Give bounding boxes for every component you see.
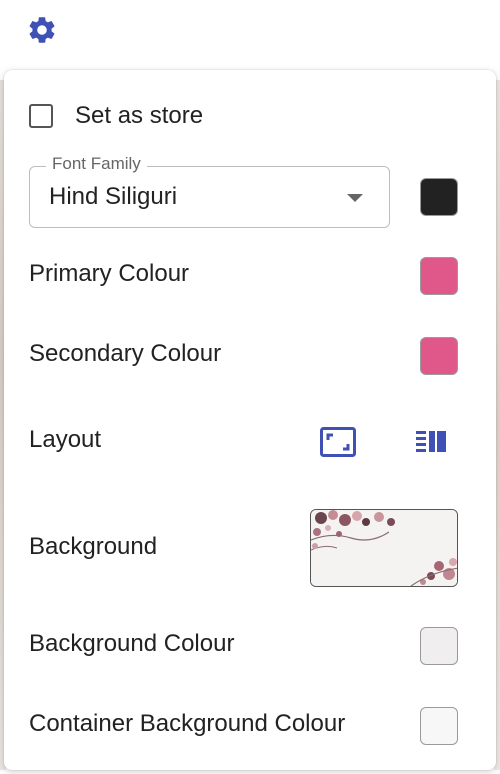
floral-image-icon xyxy=(311,510,457,586)
list-layout-icon xyxy=(416,431,446,452)
container-background-colour-label: Container Background Colour xyxy=(29,710,346,737)
layout-fullscreen-button[interactable] xyxy=(318,425,358,459)
font-family-value: Hind Siliguri xyxy=(49,183,178,210)
gear-icon xyxy=(29,17,55,43)
background-colour-label: Background Colour xyxy=(29,630,235,657)
theme-settings-panel: Set as store Font Family Hind Siliguri P… xyxy=(4,70,496,770)
primary-colour-label: Primary Colour xyxy=(29,260,190,287)
settings-gear-button[interactable] xyxy=(24,12,60,48)
layout-row: Layout xyxy=(29,426,101,454)
container-background-colour-swatch[interactable] xyxy=(420,707,458,745)
font-color-swatch[interactable] xyxy=(420,178,458,216)
layout-label: Layout xyxy=(29,426,102,453)
set-as-store-checkbox[interactable] xyxy=(29,104,53,128)
set-as-store-label: Set as store xyxy=(75,102,204,129)
font-family-select[interactable]: Font Family Hind Siliguri xyxy=(29,154,390,228)
primary-colour-row: Primary Colour xyxy=(29,260,189,288)
background-label: Background xyxy=(29,533,158,560)
background-image-thumbnail[interactable] xyxy=(310,509,458,587)
secondary-colour-swatch[interactable] xyxy=(420,337,458,375)
secondary-colour-label: Secondary Colour xyxy=(29,340,222,367)
container-background-colour-row: Container Background Colour xyxy=(29,710,345,738)
primary-colour-swatch[interactable] xyxy=(420,257,458,295)
background-colour-row: Background Colour xyxy=(29,630,234,658)
layout-list-button[interactable] xyxy=(412,425,452,459)
background-row: Background xyxy=(29,533,157,561)
background-colour-swatch[interactable] xyxy=(420,627,458,665)
font-family-legend: Font Family xyxy=(46,154,147,174)
chevron-down-icon xyxy=(347,194,363,202)
set-as-store-row[interactable]: Set as store xyxy=(29,102,203,130)
fullscreen-icon xyxy=(320,427,356,457)
secondary-colour-row: Secondary Colour xyxy=(29,340,221,368)
